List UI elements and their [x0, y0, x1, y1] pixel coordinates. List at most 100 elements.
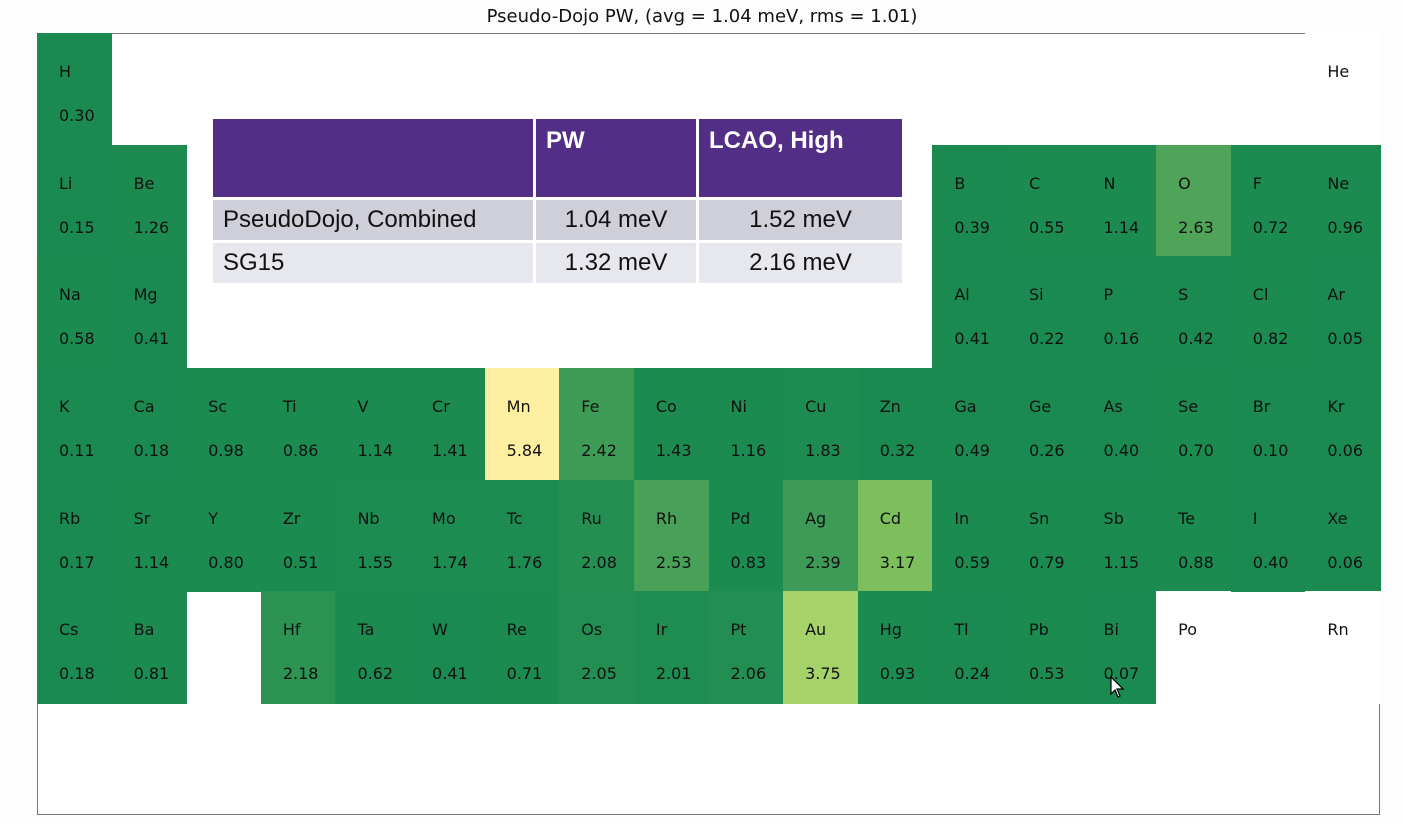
- element-value: 0.79: [1028, 552, 1065, 572]
- element-value: 1.55: [357, 552, 394, 572]
- element-cell-kr: Kr 0.06: [1305, 368, 1381, 481]
- element-value: 1.14: [1103, 217, 1140, 237]
- element-symbol: Cd: [879, 508, 902, 528]
- element-value: 3.75: [805, 664, 841, 684]
- element-value: 0.55: [1028, 217, 1065, 237]
- element-symbol: Ar: [1327, 285, 1345, 305]
- element-symbol: Te: [1178, 508, 1196, 528]
- element-cell-ir: Ir 2.01: [633, 591, 710, 704]
- element-symbol: Sn: [1028, 508, 1050, 528]
- element-value: 0.22: [1028, 329, 1065, 349]
- element-symbol: Cr: [432, 397, 450, 416]
- element-symbol: Bi: [1103, 620, 1119, 640]
- element-value: 0.18: [59, 664, 95, 684]
- element-symbol: Ni: [730, 397, 747, 416]
- element-cell-cr: Cr 1.41: [410, 368, 486, 481]
- element-value: 0.10: [1252, 441, 1289, 460]
- element-cell-v: V 1.14: [335, 368, 411, 481]
- lcao-value: 2.16 meV: [699, 243, 902, 283]
- element-symbol: H: [59, 62, 72, 81]
- element-value: 1.74: [432, 552, 468, 572]
- lcao-value: 1.52 meV: [699, 200, 902, 240]
- element-cell-mg: Mg 0.41: [111, 256, 187, 369]
- element-cell-fe: Fe 2.42: [559, 368, 635, 481]
- element-symbol: Y: [208, 508, 218, 528]
- element-cell-in: In 0.59: [932, 479, 1008, 592]
- element-cell-ga: Ga 0.49: [932, 368, 1008, 481]
- element-cell-ar: Ar 0.05: [1305, 256, 1381, 369]
- element-symbol: Pt: [730, 620, 747, 640]
- element-cell-sr: Sr 1.14: [111, 479, 187, 592]
- element-cell-os: Os 2.05: [559, 591, 635, 704]
- element-cell-c: C 0.55: [1006, 144, 1083, 257]
- element-symbol: As: [1103, 397, 1123, 416]
- element-symbol: N: [1103, 173, 1116, 193]
- element-cell-n: N 1.14: [1081, 144, 1157, 257]
- element-value: 0.26: [1028, 441, 1065, 460]
- element-symbol: Fe: [581, 397, 600, 416]
- element-value: 1.76: [506, 552, 543, 572]
- chart-title: Pseudo-Dojo PW, (avg = 1.04 meV, rms = 1…: [486, 6, 918, 27]
- element-value: 0.06: [1327, 441, 1363, 460]
- header-cell: [213, 119, 533, 197]
- element-symbol: W: [432, 620, 448, 640]
- element-value: 1.43: [655, 441, 692, 460]
- element-symbol: Ta: [357, 620, 375, 640]
- element-cell-pb: Pb 0.53: [1006, 591, 1083, 704]
- element-value: 0.72: [1252, 217, 1289, 237]
- element-cell-p: P 0.16: [1081, 256, 1157, 369]
- element-value: 2.42: [581, 441, 617, 460]
- element-value: 1.41: [432, 441, 468, 460]
- element-symbol: Tc: [506, 508, 523, 528]
- element-value: 0.40: [1252, 552, 1289, 572]
- element-symbol: Xe: [1327, 508, 1348, 528]
- element-value: 0.24: [954, 664, 990, 684]
- element-symbol: Pd: [730, 508, 751, 528]
- element-cell-tc: Tc 1.76: [484, 479, 560, 592]
- element-value: 0.11: [59, 441, 95, 460]
- element-value: 2.53: [655, 552, 692, 572]
- pw-value: 1.32 meV: [536, 243, 696, 283]
- table-header-row: PW LCAO, High: [213, 119, 902, 197]
- element-value: 1.15: [1103, 552, 1140, 572]
- element-symbol: Re: [506, 620, 527, 640]
- element-symbol: Ti: [282, 397, 297, 416]
- element-value: 0.41: [432, 664, 468, 684]
- element-value: 0.98: [208, 441, 244, 460]
- element-value: 0.88: [1178, 552, 1214, 572]
- element-value: 0.40: [1103, 441, 1140, 460]
- element-cell-zr: Zr 0.51: [260, 479, 337, 592]
- element-cell-y: Y 0.80: [186, 479, 262, 592]
- element-cell-po: Po: [1156, 591, 1232, 704]
- element-symbol: Mg: [133, 285, 158, 305]
- element-symbol: Rb: [59, 508, 81, 528]
- element-symbol: K: [59, 397, 70, 416]
- element-symbol: V: [357, 397, 369, 416]
- element-cell-o: O 2.63: [1156, 144, 1232, 257]
- element-symbol: Cs: [59, 620, 79, 640]
- element-value: 1.83: [805, 441, 841, 460]
- element-cell-h: H 0.30: [37, 33, 113, 146]
- element-value: 0.83: [730, 552, 767, 572]
- element-cell-xe: Xe 0.06: [1305, 479, 1381, 592]
- element-value: 0.17: [59, 552, 95, 572]
- element-cell-i: I 0.40: [1230, 479, 1306, 592]
- element-cell-ta: Ta 0.62: [335, 591, 411, 704]
- element-cell-ca: Ca 0.18: [111, 368, 187, 481]
- element-cell-mn: Mn 5.84: [484, 368, 560, 481]
- element-cell-pt: Pt 2.06: [708, 591, 784, 704]
- element-value: 0.58: [59, 329, 95, 349]
- element-symbol: Se: [1178, 397, 1199, 416]
- element-value: 1.26: [133, 217, 170, 237]
- element-cell-co: Co 1.43: [633, 368, 710, 481]
- element-cell-cd: Cd 3.17: [857, 479, 933, 592]
- element-cell-he: He: [1305, 33, 1381, 146]
- element-symbol: P: [1103, 285, 1114, 305]
- element-value: 0.70: [1178, 441, 1214, 460]
- element-value: 0.18: [133, 441, 170, 460]
- element-symbol: Po: [1178, 620, 1198, 640]
- comparison-table: PW LCAO, High PseudoDojo, Combined 1.04 …: [210, 116, 905, 286]
- element-cell-hg: Hg 0.93: [857, 591, 933, 704]
- element-value: 3.17: [879, 552, 916, 572]
- element-cell-ag: Ag 2.39: [783, 479, 859, 592]
